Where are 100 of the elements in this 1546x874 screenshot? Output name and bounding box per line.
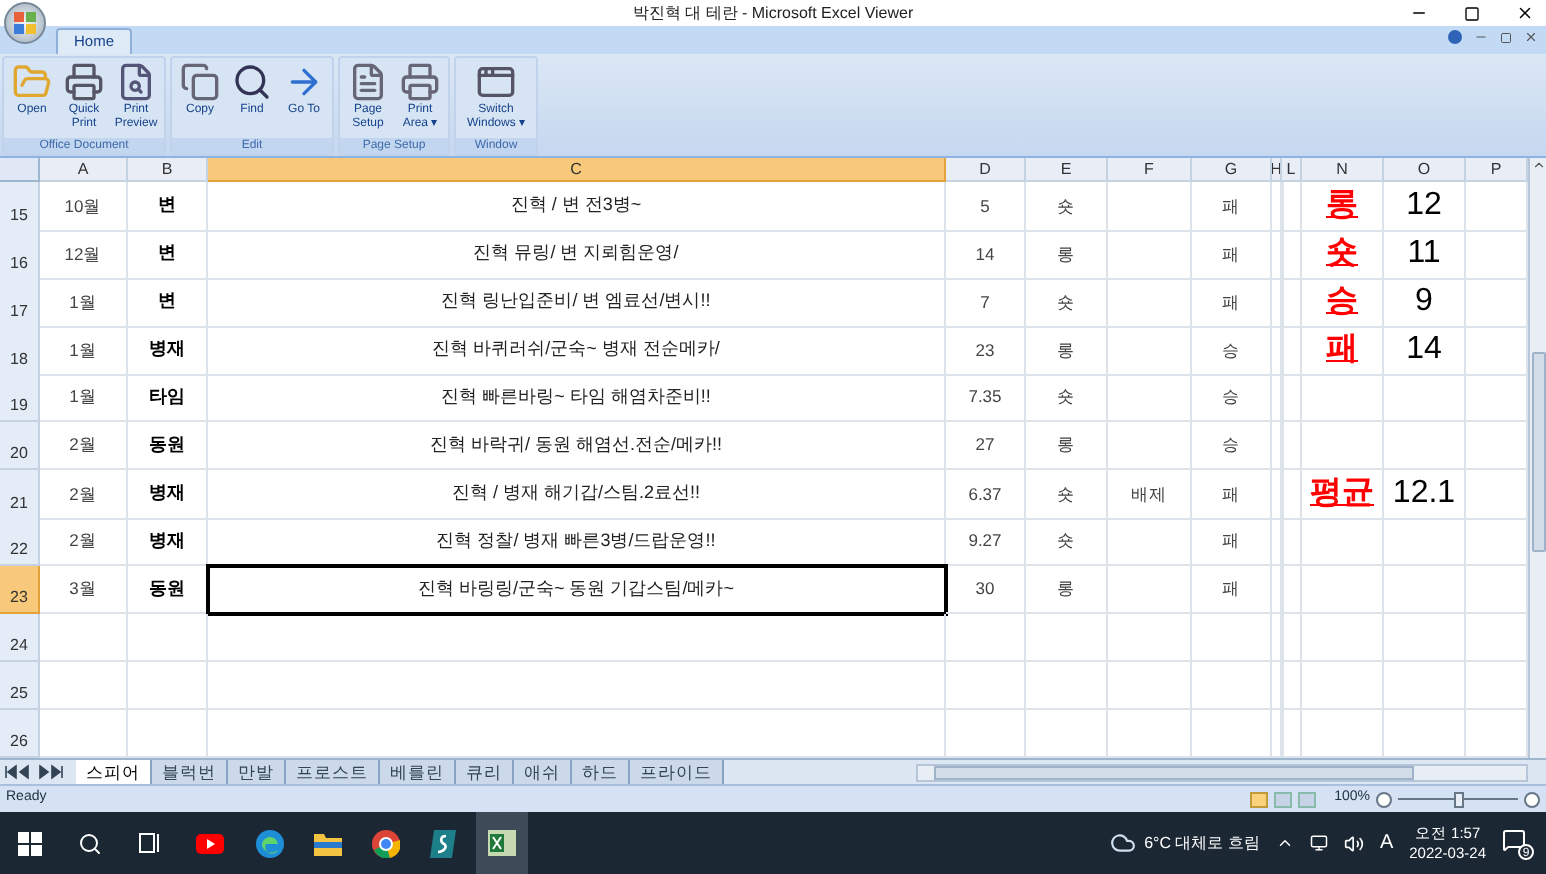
table-cell: 9.27 xyxy=(946,518,1026,566)
table-cell: 2월 xyxy=(40,470,128,520)
maximize-icon[interactable] xyxy=(1464,5,1480,21)
sheet-tab[interactable]: 베를린 xyxy=(380,760,456,784)
row-header[interactable]: 21 xyxy=(0,470,40,520)
column-header[interactable]: L xyxy=(1282,158,1302,182)
sheet-tab[interactable]: 프라이드 xyxy=(630,760,724,784)
app-icon[interactable] xyxy=(430,829,456,857)
column-header[interactable]: C xyxy=(208,158,946,182)
search-icon[interactable] xyxy=(78,831,102,855)
sheet-tab[interactable]: 큐리 xyxy=(456,760,514,784)
table-cell: 롱 xyxy=(1026,230,1108,280)
taskbar-app-active[interactable] xyxy=(476,812,528,874)
row-header[interactable]: 23 xyxy=(0,566,40,614)
column-header[interactable]: D xyxy=(946,158,1026,182)
table-cell: 패 xyxy=(1302,326,1384,376)
table-cell: 롱 xyxy=(1026,326,1108,376)
zoom-out-icon[interactable] xyxy=(1376,791,1392,807)
table-cell xyxy=(1384,566,1466,614)
windows-icon[interactable] xyxy=(18,831,42,855)
table-cell: 12월 xyxy=(40,230,128,280)
page-icon xyxy=(348,62,388,102)
restore-icon[interactable] xyxy=(1500,31,1512,43)
row-header[interactable]: 17 xyxy=(0,278,40,328)
column-header[interactable]: A xyxy=(40,158,128,182)
notification-icon[interactable] xyxy=(1502,827,1526,851)
volume-icon[interactable] xyxy=(1343,833,1364,853)
table-cell xyxy=(1282,278,1302,328)
column-header[interactable]: F xyxy=(1108,158,1192,182)
scroll-thumb[interactable] xyxy=(1531,352,1545,552)
table-cell: 승 xyxy=(1302,278,1384,328)
search-icon xyxy=(232,62,272,102)
table-cell: 진혁 정찰/ 병재 빠른3병/드랍운영!! xyxy=(208,518,946,566)
table-cell xyxy=(40,614,128,662)
table-cell: 10월 xyxy=(40,182,128,232)
horizontal-scrollbar[interactable] xyxy=(916,763,1528,781)
table-cell: 진혁 바락귀/ 동원 해염선.전순/메카!! xyxy=(208,422,946,470)
folder-icon[interactable] xyxy=(314,831,342,855)
table-cell xyxy=(946,614,1026,662)
scroll-up-icon[interactable] xyxy=(1531,158,1545,172)
chevron-up-icon[interactable] xyxy=(1275,834,1294,852)
table-cell: 진혁 / 병재 해기갑/스팀.2료선!! xyxy=(208,470,946,520)
task-view-icon[interactable] xyxy=(138,832,162,854)
column-header[interactable]: E xyxy=(1026,158,1108,182)
table-cell: 동원 xyxy=(128,566,208,614)
column-header[interactable]: N xyxy=(1302,158,1384,182)
table-cell: 승 xyxy=(1192,326,1272,376)
sheet-navigation-icon[interactable] xyxy=(4,764,68,780)
row-header[interactable]: 24 xyxy=(0,614,40,662)
column-header[interactable]: P xyxy=(1466,158,1528,182)
table-cell: 진혁 바링링/군숙~ 동원 기갑스팀/메카~ xyxy=(208,566,946,614)
row-header[interactable]: 16 xyxy=(0,230,40,280)
column-header[interactable]: B xyxy=(128,158,208,182)
table-cell xyxy=(1108,566,1192,614)
sheet-tab[interactable]: 애쉬 xyxy=(514,760,572,784)
scroll-thumb[interactable] xyxy=(934,765,1414,779)
sheet-tab[interactable]: 프로스트 xyxy=(286,760,380,784)
table-cell: 5 xyxy=(946,182,1026,232)
table-cell: 숏 xyxy=(1026,374,1108,422)
network-icon[interactable] xyxy=(1309,834,1328,852)
table-cell xyxy=(1026,662,1108,710)
zoom-slider[interactable] xyxy=(1398,791,1518,807)
sheet-tab[interactable]: 만발 xyxy=(228,760,286,784)
weather-icon[interactable] xyxy=(1110,830,1137,856)
table-cell: 1월 xyxy=(40,326,128,376)
video-play-icon[interactable] xyxy=(196,833,224,853)
browser-ring-icon[interactable] xyxy=(372,829,400,857)
table-cell: 패 xyxy=(1192,518,1272,566)
table-cell: 숏 xyxy=(1026,278,1108,328)
sheet-tab[interactable]: 블럭번 xyxy=(152,760,228,784)
table-cell xyxy=(1282,182,1302,232)
table-cell: 숏 xyxy=(1026,518,1108,566)
vertical-scrollbar[interactable] xyxy=(1528,158,1546,758)
table-cell: 7 xyxy=(946,278,1026,328)
table-cell: 11 xyxy=(1384,230,1466,280)
weather-text[interactable]: 6°C 대체로 흐림 xyxy=(1144,831,1260,855)
browser-wave-icon[interactable] xyxy=(256,829,284,857)
copy-icon xyxy=(180,62,220,102)
table-cell xyxy=(946,662,1026,710)
table-cell: 패 xyxy=(1192,470,1272,520)
table-cell xyxy=(1302,614,1384,662)
column-header[interactable]: G xyxy=(1192,158,1272,182)
row-header[interactable]: 19 xyxy=(0,374,40,422)
table-cell xyxy=(1384,374,1466,422)
sheet-tab[interactable]: 하드 xyxy=(572,760,630,784)
table-cell: 진혁 빠른바링~ 타임 해염차준비!! xyxy=(208,374,946,422)
row-header[interactable]: 22 xyxy=(0,518,40,566)
row-header[interactable]: 26 xyxy=(0,710,40,758)
input-method[interactable]: A xyxy=(1379,828,1394,858)
table-cell xyxy=(1302,662,1384,710)
close-icon[interactable] xyxy=(1516,4,1534,22)
table-cell: 1월 xyxy=(40,278,128,328)
table-cell xyxy=(1384,518,1466,566)
column-header[interactable]: O xyxy=(1384,158,1466,182)
row-header[interactable]: 25 xyxy=(0,662,40,710)
row-header[interactable]: 15 xyxy=(0,182,40,232)
sheet-tab[interactable]: 스피어 xyxy=(76,760,152,784)
zoom-in-icon[interactable] xyxy=(1524,791,1540,807)
row-header[interactable]: 18 xyxy=(0,326,40,376)
row-header[interactable]: 20 xyxy=(0,422,40,470)
